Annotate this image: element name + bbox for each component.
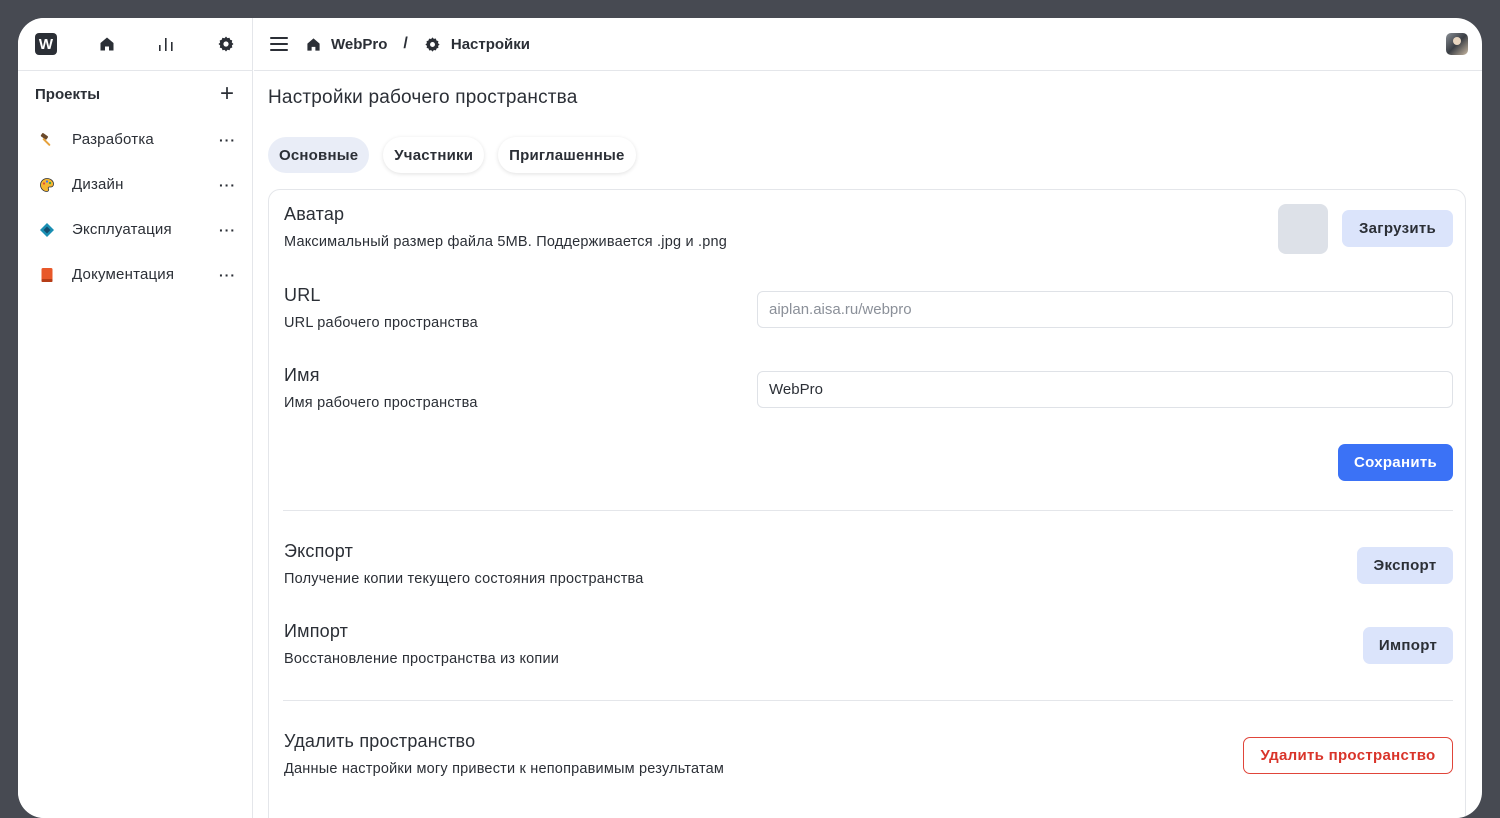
settings-card: Аватар Максимальный размер файла 5MB. По… <box>268 189 1466 818</box>
tabs: Основные Участники Приглашенные <box>268 137 636 173</box>
divider <box>283 510 1453 511</box>
palette-icon <box>38 176 56 194</box>
breadcrumb-separator: / <box>403 35 408 52</box>
delete-title: Удалить пространство <box>284 731 476 751</box>
page-title: Настройки рабочего пространства <box>268 87 578 108</box>
workspace-logo[interactable]: W <box>35 33 57 55</box>
more-icon[interactable]: ··· <box>219 177 236 193</box>
name-title: Имя <box>284 365 320 385</box>
menu-icon[interactable] <box>270 37 288 51</box>
avatar-preview <box>1278 204 1328 254</box>
gear-icon <box>424 36 441 53</box>
book-icon <box>38 266 56 284</box>
breadcrumb-page: Настройки <box>450 35 530 53</box>
import-button[interactable]: Импорт <box>1363 627 1453 664</box>
sidebar-item-design[interactable]: Дизайн ··· <box>18 162 252 207</box>
sidebar-item-label: Разработка <box>72 131 154 148</box>
import-description: Восстановление пространства из копии <box>284 651 560 667</box>
url-input[interactable] <box>757 291 1453 328</box>
sidebar-item-label: Документация <box>72 266 175 283</box>
avatar-description: Максимальный размер файла 5MB. Поддержив… <box>284 234 727 250</box>
projects-header: Проекты + <box>18 71 252 117</box>
export-title: Экспорт <box>284 541 354 561</box>
breadcrumb: WebPro / Настройки <box>306 35 530 53</box>
avatar-title: Аватар <box>284 204 345 224</box>
name-description: Имя рабочего пространства <box>284 395 478 411</box>
delete-workspace-button[interactable]: Удалить пространство <box>1243 737 1453 774</box>
more-icon[interactable]: ··· <box>219 222 236 238</box>
plus-icon[interactable]: + <box>220 82 234 106</box>
more-icon[interactable]: ··· <box>219 267 236 283</box>
divider <box>283 700 1453 701</box>
sidebar-item-development[interactable]: Разработка ··· <box>18 117 252 162</box>
tab-invited[interactable]: Приглашенные <box>498 137 636 173</box>
sidebar-item-label: Эксплуатация <box>72 221 172 238</box>
sidebar-toolbar: W <box>18 18 252 71</box>
analytics-icon[interactable] <box>156 34 176 54</box>
sidebar-item-documentation[interactable]: Документация ··· <box>18 252 252 297</box>
export-description: Получение копии текущего состояния прост… <box>284 571 644 587</box>
home-icon <box>306 37 321 52</box>
save-button[interactable]: Сохранить <box>1338 444 1453 481</box>
more-icon[interactable]: ··· <box>219 132 236 148</box>
diamond-icon <box>38 221 56 239</box>
tab-general[interactable]: Основные <box>268 137 370 173</box>
top-bar: WebPro / Настройки <box>254 18 1482 71</box>
home-icon[interactable] <box>97 34 117 54</box>
avatar[interactable] <box>1446 33 1468 55</box>
app-window: W Проекты + Разработка ··· Дизайн ··· Эк… <box>18 18 1482 818</box>
export-button[interactable]: Экспорт <box>1357 547 1453 584</box>
sidebar-item-operations[interactable]: Эксплуатация ··· <box>18 207 252 252</box>
tab-members[interactable]: Участники <box>383 137 485 173</box>
gear-icon[interactable] <box>216 34 236 54</box>
name-input[interactable] <box>757 371 1453 408</box>
delete-description: Данные настройки могу привести к непопра… <box>284 761 725 777</box>
main-content: WebPro / Настройки Настройки рабочего пр… <box>254 18 1482 818</box>
import-title: Импорт <box>284 621 349 641</box>
breadcrumb-workspace[interactable]: WebPro <box>331 36 387 53</box>
url-description: URL рабочего пространства <box>284 315 478 331</box>
url-title: URL <box>284 285 321 305</box>
hammer-icon <box>38 131 56 149</box>
sidebar-item-label: Дизайн <box>72 176 124 193</box>
upload-button[interactable]: Загрузить <box>1342 210 1453 247</box>
projects-title: Проекты <box>35 85 101 103</box>
sidebar: W Проекты + Разработка ··· Дизайн ··· Эк… <box>18 18 253 818</box>
